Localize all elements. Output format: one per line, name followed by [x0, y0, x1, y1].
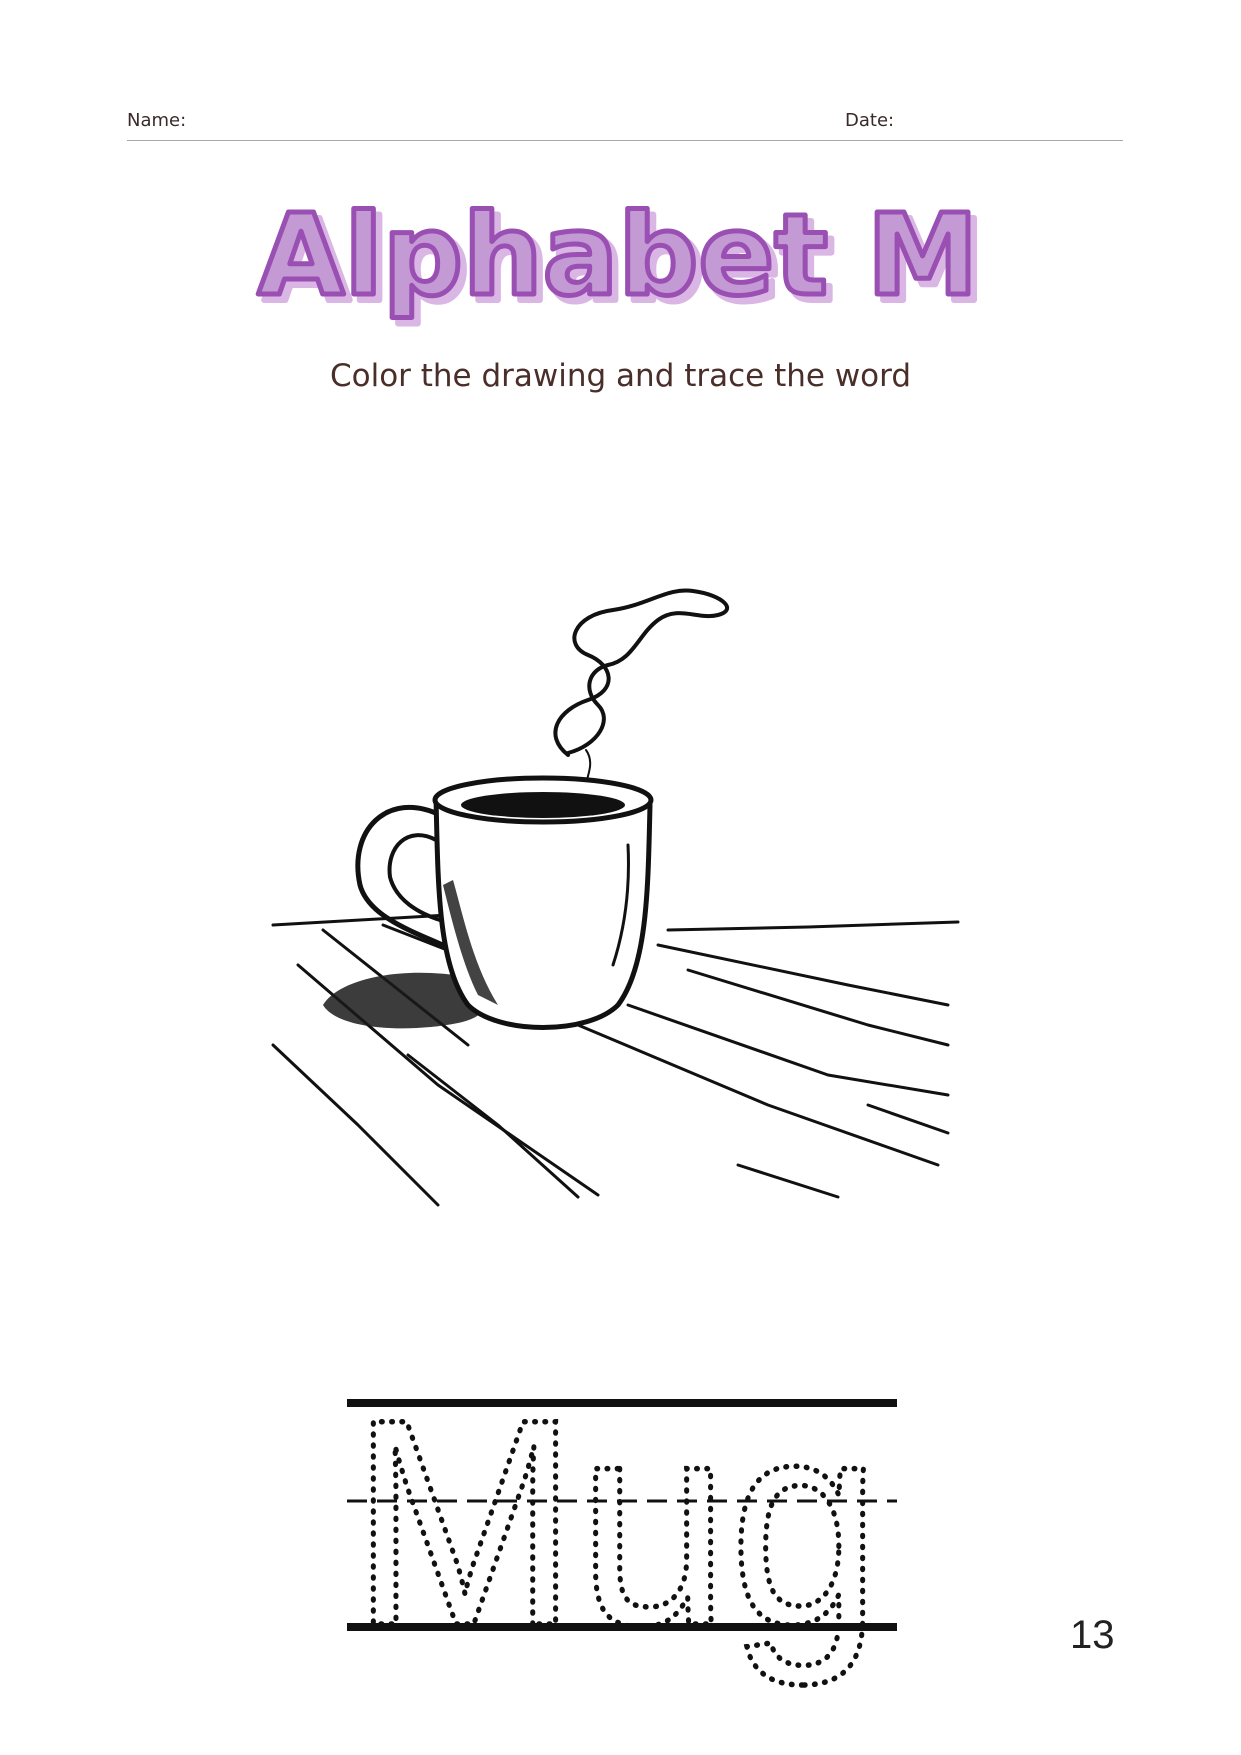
worksheet-title: Alphabet M Alphabet M	[255, 189, 987, 331]
steam-icon	[553, 588, 730, 757]
page-number: 13	[1070, 1613, 1115, 1657]
date-label: Date:	[845, 110, 895, 131]
name-date-header: Name: Date:	[127, 106, 1123, 141]
coffee-surface	[461, 792, 625, 818]
title-text: Alphabet M	[258, 191, 979, 321]
instruction-subtitle: Color the drawing and trace the word	[329, 358, 912, 394]
name-label: Name:	[127, 110, 187, 131]
mug-body	[433, 794, 653, 1030]
mug-handle	[355, 804, 446, 948]
trace-word: Mug	[351, 1395, 881, 1688]
mug-drawing-icon	[271, 588, 960, 1207]
word-tracing-area: Mug	[347, 1395, 897, 1691]
